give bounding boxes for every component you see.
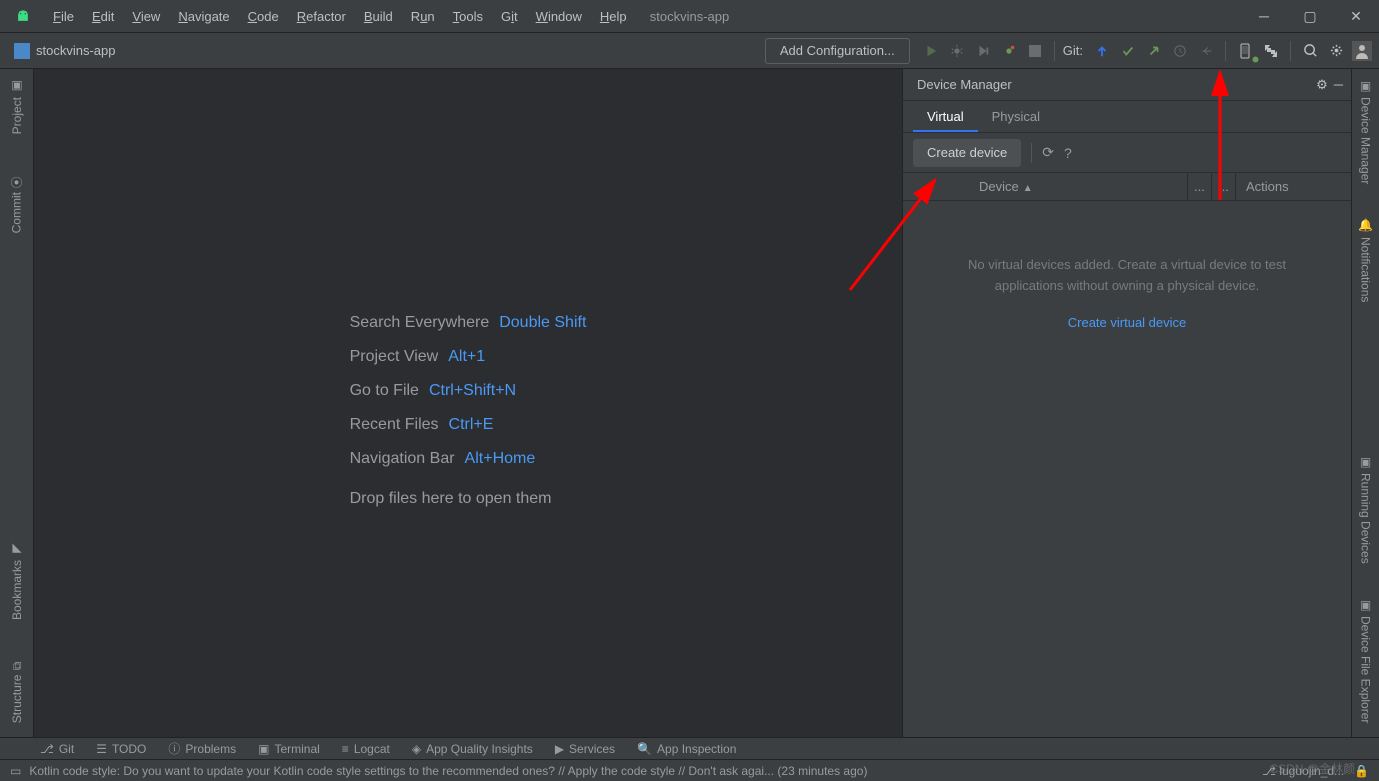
close-button[interactable]: ✕ bbox=[1333, 0, 1379, 33]
git-update-button[interactable] bbox=[1089, 40, 1115, 62]
app-inspection-tool-tab[interactable]: 🔍 App Inspection bbox=[637, 742, 736, 756]
git-branch-label[interactable]: ⎇ luguojin_d... bbox=[1262, 764, 1344, 778]
status-message-icon[interactable]: ▭ bbox=[10, 764, 21, 778]
menu-help[interactable]: Help bbox=[591, 0, 636, 33]
main-menu-bar: File Edit View Navigate Code Refactor Bu… bbox=[44, 0, 636, 33]
app-quality-tool-tab[interactable]: ◈ App Quality Insights bbox=[412, 742, 533, 756]
project-tool-tab[interactable]: Project ▣ bbox=[10, 75, 24, 138]
menu-code[interactable]: Code bbox=[239, 0, 288, 33]
window-project-title: stockvins-app bbox=[650, 9, 729, 24]
hint-drop-files: Drop files here to open them bbox=[350, 490, 587, 508]
logcat-tool-tab[interactable]: ≡ Logcat bbox=[342, 742, 390, 756]
menu-view[interactable]: View bbox=[123, 0, 169, 33]
navbar-toolbar: stockvins-app Add Configuration... Git: bbox=[0, 33, 1379, 69]
project-name[interactable]: stockvins-app bbox=[36, 43, 115, 58]
bookmarks-tool-tab[interactable]: Bookmarks ◥ bbox=[10, 538, 24, 624]
git-label: Git: bbox=[1063, 43, 1083, 58]
git-rollback-button[interactable] bbox=[1193, 40, 1219, 62]
hint-project-view: Project ViewAlt+1 bbox=[350, 348, 587, 366]
maximize-button[interactable]: ▢ bbox=[1287, 0, 1333, 33]
help-icon[interactable]: ? bbox=[1064, 145, 1072, 161]
create-device-button[interactable]: Create device bbox=[913, 139, 1021, 167]
hint-nav-bar: Navigation BarAlt+Home bbox=[350, 450, 587, 468]
sync-project-button[interactable] bbox=[1258, 40, 1284, 62]
menu-file[interactable]: File bbox=[44, 0, 83, 33]
search-everywhere-button[interactable] bbox=[1297, 40, 1323, 62]
create-virtual-device-link[interactable]: Create virtual device bbox=[1068, 315, 1187, 330]
col-size[interactable]: ... bbox=[1211, 173, 1235, 200]
lock-icon[interactable]: 🔒 bbox=[1354, 764, 1369, 778]
col-actions: Actions bbox=[1235, 173, 1351, 200]
hint-go-to-file: Go to FileCtrl+Shift+N bbox=[350, 382, 587, 400]
hint-recent-files: Recent FilesCtrl+E bbox=[350, 416, 587, 434]
git-commit-button[interactable] bbox=[1115, 40, 1141, 62]
android-icon bbox=[10, 3, 36, 29]
tab-physical[interactable]: Physical bbox=[978, 101, 1054, 132]
git-tool-tab[interactable]: ⎇ Git bbox=[40, 742, 74, 756]
commit-tool-tab[interactable]: Commit ⦿ bbox=[8, 172, 25, 237]
structure-tool-tab[interactable]: Structure ⧉ bbox=[10, 658, 24, 727]
device-manager-panel: Device Manager ⚙ ─ Virtual Physical Crea… bbox=[903, 69, 1351, 737]
git-history-button[interactable] bbox=[1167, 40, 1193, 62]
git-push-button[interactable] bbox=[1141, 40, 1167, 62]
profiler-button[interactable] bbox=[996, 40, 1022, 62]
settings-button[interactable] bbox=[1323, 40, 1349, 62]
menu-git[interactable]: Git bbox=[492, 0, 527, 33]
coverage-button[interactable] bbox=[970, 40, 996, 62]
status-message[interactable]: Kotlin code style: Do you want to update… bbox=[29, 764, 867, 778]
device-manager-tool-tab[interactable]: ▣ Device Manager bbox=[1359, 75, 1373, 188]
todo-tool-tab[interactable]: ☰ TODO bbox=[96, 742, 146, 756]
menu-navigate[interactable]: Navigate bbox=[169, 0, 238, 33]
menu-run[interactable]: Run bbox=[402, 0, 444, 33]
user-avatar[interactable] bbox=[1349, 40, 1375, 62]
services-tool-tab[interactable]: ▶ Services bbox=[555, 742, 615, 756]
editor-empty-area: Search EverywhereDouble Shift Project Vi… bbox=[34, 69, 903, 737]
device-manager-hide-icon[interactable]: ─ bbox=[1334, 77, 1343, 93]
project-folder-icon bbox=[14, 43, 30, 59]
col-api[interactable]: ... bbox=[1187, 173, 1211, 200]
menu-edit[interactable]: Edit bbox=[83, 0, 123, 33]
bottom-tool-bar: ⎇ Git ☰ TODO ⓘ Problems ▣ Terminal ≡ Log… bbox=[0, 737, 1379, 759]
empty-devices-message: No virtual devices added. Create a virtu… bbox=[947, 255, 1307, 297]
right-tool-gutter: ▣ Device Manager 🔔 Notifications ▣ Runni… bbox=[1351, 69, 1379, 737]
menu-tools[interactable]: Tools bbox=[444, 0, 492, 33]
menu-window[interactable]: Window bbox=[527, 0, 591, 33]
problems-tool-tab[interactable]: ⓘ Problems bbox=[168, 740, 236, 757]
notifications-tool-tab[interactable]: 🔔 Notifications bbox=[1359, 214, 1373, 306]
debug-button[interactable] bbox=[944, 40, 970, 62]
hint-search-everywhere: Search EverywhereDouble Shift bbox=[350, 314, 587, 332]
running-devices-tool-tab[interactable]: ▣ Running Devices bbox=[1359, 451, 1373, 568]
device-file-explorer-tool-tab[interactable]: ▣ Device File Explorer bbox=[1359, 594, 1373, 727]
tab-virtual[interactable]: Virtual bbox=[913, 101, 978, 132]
device-manager-button[interactable] bbox=[1232, 40, 1258, 62]
terminal-tool-tab[interactable]: ▣ Terminal bbox=[258, 742, 320, 756]
col-device[interactable]: Device bbox=[979, 179, 1019, 194]
device-manager-title: Device Manager bbox=[917, 77, 1012, 92]
menu-build[interactable]: Build bbox=[355, 0, 402, 33]
device-manager-settings-icon[interactable]: ⚙ bbox=[1316, 77, 1328, 93]
menu-refactor[interactable]: Refactor bbox=[288, 0, 355, 33]
sort-asc-icon: ▲ bbox=[1023, 183, 1033, 194]
run-button[interactable] bbox=[918, 40, 944, 62]
stop-button[interactable] bbox=[1022, 40, 1048, 62]
refresh-icon[interactable]: ⟳ bbox=[1042, 144, 1054, 161]
minimize-button[interactable]: ─ bbox=[1241, 0, 1287, 33]
device-table-header: Device ▲ ... ... Actions bbox=[903, 173, 1351, 201]
titlebar: File Edit View Navigate Code Refactor Bu… bbox=[0, 0, 1379, 33]
status-bar: ▭ Kotlin code style: Do you want to upda… bbox=[0, 759, 1379, 781]
left-tool-gutter: Project ▣ Commit ⦿ Bookmarks ◥ Structure… bbox=[0, 69, 34, 737]
run-config-dropdown[interactable]: Add Configuration... bbox=[765, 38, 910, 64]
